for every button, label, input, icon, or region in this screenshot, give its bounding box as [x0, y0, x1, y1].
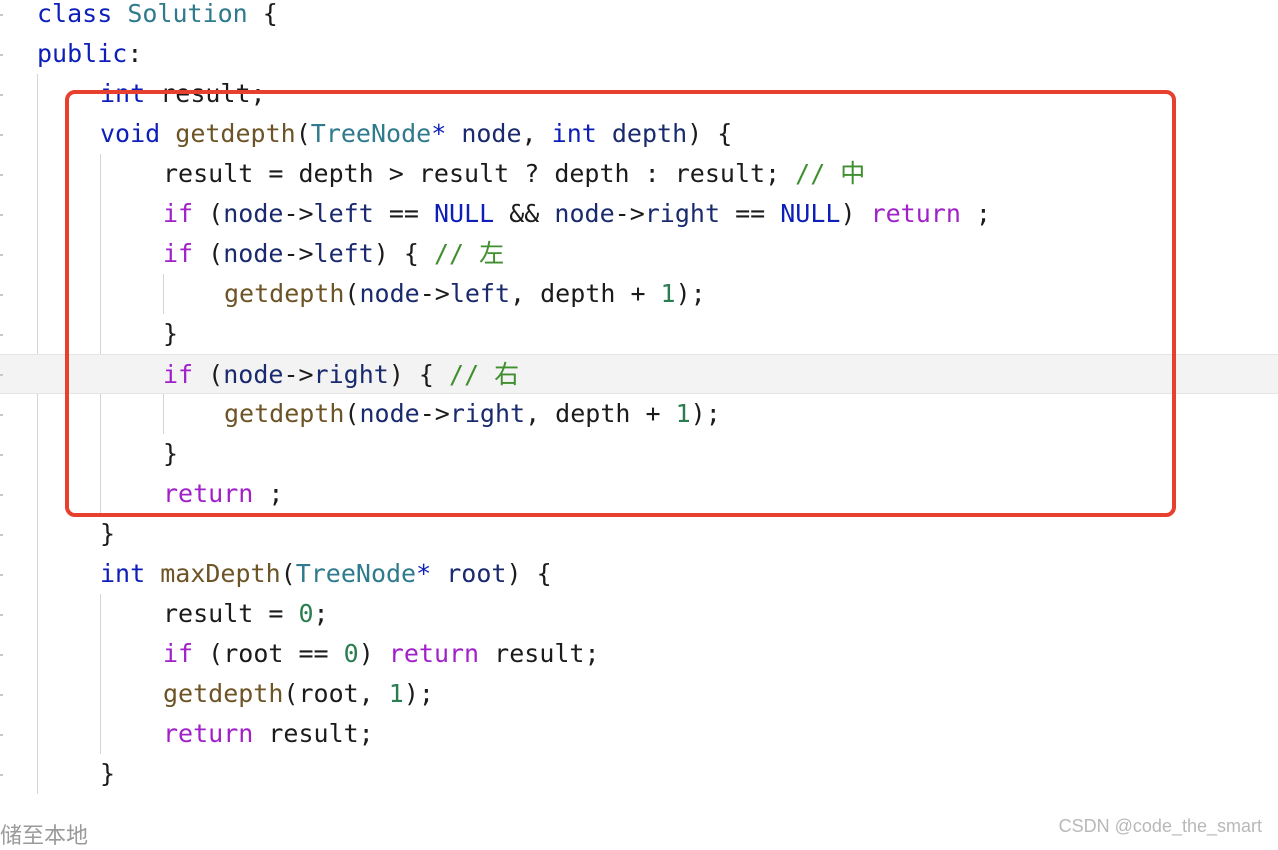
code-token-op: ) {: [506, 559, 552, 588]
code-token-op: {: [247, 0, 278, 28]
code-token-kw: class: [37, 0, 113, 28]
gutter-marker: [0, 774, 3, 776]
gutter-marker: [0, 734, 3, 736]
code-line[interactable]: if (root == 0) return result;: [0, 634, 1278, 674]
code-token-num: 0: [343, 639, 359, 668]
code-token-op: (root ==: [193, 639, 344, 668]
csdn-watermark: CSDN @code_the_smart: [1058, 816, 1262, 836]
code-token-type: Solution: [127, 0, 248, 28]
code-token-num: 0: [298, 599, 314, 628]
code-token-op: [112, 0, 127, 28]
gutter-marker: [0, 174, 3, 176]
gutter-marker: [0, 374, 3, 376]
code-line[interactable]: }: [0, 514, 1278, 554]
code-line[interactable]: return result;: [0, 714, 1278, 754]
gutter-marker: [0, 494, 3, 496]
gutter-marker: [0, 54, 3, 56]
code-token-op: result;: [479, 639, 600, 668]
code-token-ident: root: [446, 559, 507, 588]
code-token-type: TreeNode: [295, 559, 417, 588]
code-token-ctrl: if: [163, 639, 194, 668]
code-token-op: ;: [313, 599, 329, 628]
code-token-op: }: [100, 759, 116, 788]
code-token-op: (root,: [283, 679, 389, 708]
code-token-ctrl: return: [163, 719, 254, 748]
gutter-marker: [0, 414, 3, 416]
save-to-local-text: 储至本地: [0, 824, 89, 849]
code-token-kw: public: [37, 39, 128, 68]
code-line[interactable]: class Solution {: [0, 0, 1278, 34]
gutter-marker: [0, 654, 3, 656]
code-token-op: [431, 559, 446, 588]
code-token-fn: maxDepth: [160, 559, 281, 588]
highlight-annotation-box: [65, 90, 1176, 517]
code-token-op: result =: [163, 599, 299, 628]
gutter-marker: [0, 214, 3, 216]
gutter-marker: [0, 614, 3, 616]
gutter-marker: [0, 534, 3, 536]
code-token-op: [145, 559, 160, 588]
gutter-marker: [0, 14, 3, 16]
code-line[interactable]: public:: [0, 34, 1278, 74]
code-line[interactable]: }: [0, 754, 1278, 794]
code-token-num: 1: [388, 679, 404, 708]
code-token-op: result;: [253, 719, 374, 748]
gutter-marker: [0, 94, 3, 96]
gutter-marker: [0, 254, 3, 256]
code-line[interactable]: getdepth(root, 1);: [0, 674, 1278, 714]
code-token-fn: getdepth: [163, 679, 284, 708]
gutter-marker: [0, 574, 3, 576]
gutter-marker: [0, 334, 3, 336]
code-token-ctrl: return: [388, 639, 480, 668]
code-token-op: ): [358, 639, 389, 668]
gutter-marker: [0, 694, 3, 696]
code-token-kw: int: [100, 559, 146, 588]
code-token-op: }: [100, 519, 116, 548]
code-token-op: );: [403, 679, 434, 708]
code-line[interactable]: result = 0;: [0, 594, 1278, 634]
code-token-op: :: [127, 39, 143, 68]
code-token-kw: *: [416, 559, 432, 588]
gutter-marker: [0, 134, 3, 136]
code-line[interactable]: int maxDepth(TreeNode* root) {: [0, 554, 1278, 594]
gutter-marker: [0, 454, 3, 456]
gutter-marker: [0, 294, 3, 296]
code-token-op: (: [280, 559, 296, 588]
